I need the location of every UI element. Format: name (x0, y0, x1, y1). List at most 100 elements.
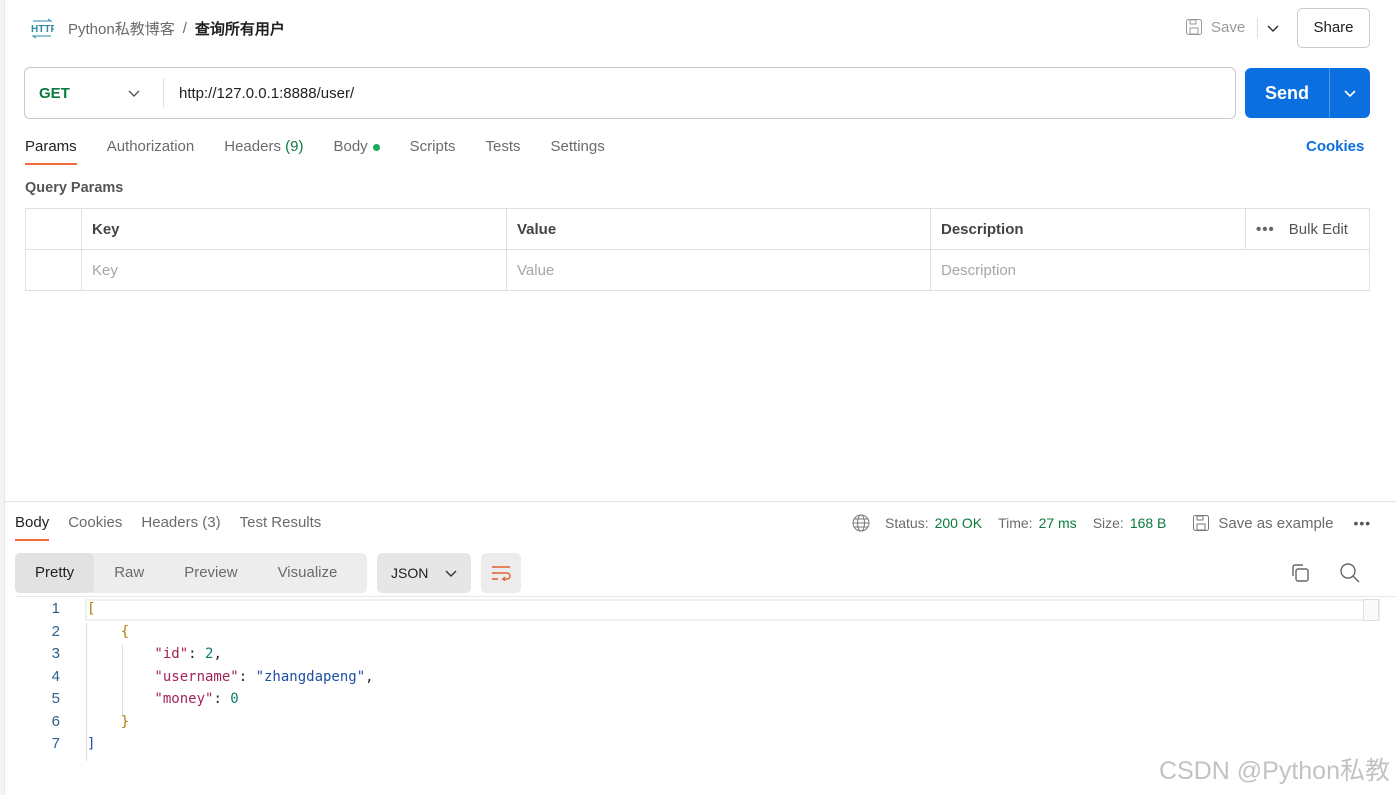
code-token: : (213, 691, 231, 707)
response-tab-headers[interactable]: Headers (3) (141, 514, 220, 541)
column-value: Value (506, 208, 931, 250)
chevron-down-icon (1344, 90, 1356, 98)
chevron-down-icon (1267, 25, 1279, 33)
code-line: "money": 0 (87, 691, 239, 707)
code-token: ] (87, 736, 96, 752)
line-number: 6 (51, 712, 60, 730)
http-icon: HTTP (31, 18, 54, 39)
code-line: } (87, 714, 129, 730)
view-preview[interactable]: Preview (164, 553, 257, 593)
view-pretty[interactable]: Pretty (15, 553, 95, 593)
line-number: 7 (51, 735, 60, 752)
checkbox-column (25, 208, 82, 250)
line-number: 5 (51, 690, 60, 707)
response-tab-test-results[interactable]: Test Results (240, 514, 322, 541)
save-label: Save (1211, 18, 1246, 36)
time-label: Time: (998, 515, 1033, 531)
view-raw[interactable]: Raw (94, 553, 164, 593)
send-button[interactable]: Send (1245, 68, 1370, 118)
description-input[interactable]: Description (930, 249, 1370, 291)
status-value[interactable]: 200 OK (935, 515, 982, 531)
tab-scripts[interactable]: Scripts (410, 138, 456, 165)
share-button[interactable]: Share (1297, 8, 1370, 48)
response-divider[interactable] (5, 501, 1396, 502)
bulk-edit-cell: ••• Bulk Edit (1245, 208, 1370, 250)
table-header-row: Key Value Description ••• Bulk Edit (25, 208, 1370, 250)
workspace-link[interactable]: Python私教博客 (68, 18, 175, 39)
globe-icon[interactable] (851, 513, 871, 533)
url-input[interactable]: http://127.0.0.1:8888/user/ (164, 85, 354, 102)
format-label: JSON (391, 565, 429, 581)
status-label: Status: (885, 515, 929, 531)
send-options-button[interactable] (1329, 68, 1370, 118)
chevron-down-icon (128, 90, 140, 97)
body-indicator-dot (372, 143, 380, 151)
headers-count: (9) (285, 138, 304, 155)
sidebar-edge (0, 0, 5, 795)
save-dropdown-button[interactable] (1257, 18, 1280, 38)
save-as-example-button[interactable]: Save as example (1192, 514, 1333, 532)
response-tab-cookies[interactable]: Cookies (68, 514, 122, 541)
view-visualize[interactable]: Visualize (258, 553, 358, 593)
response-tabs: Body Cookies Headers (3) Test Results (15, 514, 321, 541)
code-token: "money" (87, 691, 214, 707)
chevron-down-icon (445, 570, 457, 577)
bulk-edit-button[interactable]: Bulk Edit (1289, 221, 1348, 238)
line-number: 2 (51, 622, 60, 640)
line-number: 1 (51, 600, 60, 617)
size-value[interactable]: 168 B (1130, 515, 1167, 531)
method-label: GET (39, 84, 70, 102)
more-options-icon[interactable]: ••• (1353, 515, 1371, 531)
code-line: "username": "zhangdapeng", (87, 668, 374, 685)
code-token: , (365, 668, 374, 685)
tab-tests[interactable]: Tests (486, 138, 521, 165)
format-select[interactable]: JSON (377, 553, 471, 593)
svg-text:HTTP: HTTP (31, 24, 54, 35)
save-button[interactable]: Save (1185, 18, 1245, 36)
more-icon[interactable]: ••• (1256, 221, 1275, 238)
code-token: "id" (87, 646, 189, 662)
wrap-lines-button[interactable] (481, 553, 521, 593)
tab-body-label: Body (333, 138, 368, 155)
query-params-table: Key Value Description ••• Bulk Edit Key V… (25, 208, 1370, 291)
scrollbar[interactable] (1363, 599, 1379, 621)
code-token: 0 (230, 691, 239, 707)
line-number: 3 (51, 645, 60, 662)
query-params-title: Query Params (25, 180, 124, 196)
save-icon (1186, 19, 1202, 35)
search-icon[interactable] (1339, 562, 1361, 584)
wrap-icon (492, 566, 511, 581)
value-input[interactable]: Value (506, 249, 931, 291)
code-line: [ (87, 601, 95, 617)
tab-headers[interactable]: Headers (9) (224, 138, 303, 165)
table-row: Key Value Description (25, 249, 1370, 291)
tab-authorization[interactable]: Authorization (107, 138, 195, 165)
watermark: CSDN @Python私教 (1159, 757, 1390, 785)
code-token: "zhangdapeng" (255, 668, 366, 685)
request-name[interactable]: 查询所有用户 (195, 18, 285, 39)
code-token: : (188, 646, 206, 662)
tab-params[interactable]: Params (25, 138, 77, 165)
code-token: [ (87, 601, 96, 617)
tab-body[interactable]: Body (333, 138, 380, 165)
breadcrumb: HTTP Python私教博客 / 查询所有用户 (30, 16, 285, 40)
active-line-highlight (85, 599, 1380, 621)
url-bar: GET http://127.0.0.1:8888/user/ (24, 67, 1236, 119)
time-value[interactable]: 27 ms (1039, 515, 1077, 531)
response-meta: Status: 200 OK Time: 27 ms Size: 168 B Save… (851, 513, 1371, 533)
method-select[interactable]: GET (25, 78, 164, 108)
row-checkbox (25, 249, 82, 291)
view-mode-selector: Pretty Raw Preview Visualize (15, 553, 367, 593)
key-input[interactable]: Key (81, 249, 507, 291)
copy-icon[interactable] (1290, 563, 1310, 583)
size-label: Size: (1092, 515, 1124, 531)
response-tab-body[interactable]: Body (15, 514, 50, 541)
line-number: 4 (51, 667, 60, 685)
save-as-example-label: Save as example (1218, 514, 1334, 532)
code-line: ] (87, 736, 95, 752)
code-token: : (238, 668, 256, 685)
cookies-link[interactable]: Cookies (1306, 138, 1364, 155)
code-token: { (87, 623, 130, 640)
save-icon (1193, 515, 1210, 531)
tab-settings[interactable]: Settings (551, 138, 605, 165)
